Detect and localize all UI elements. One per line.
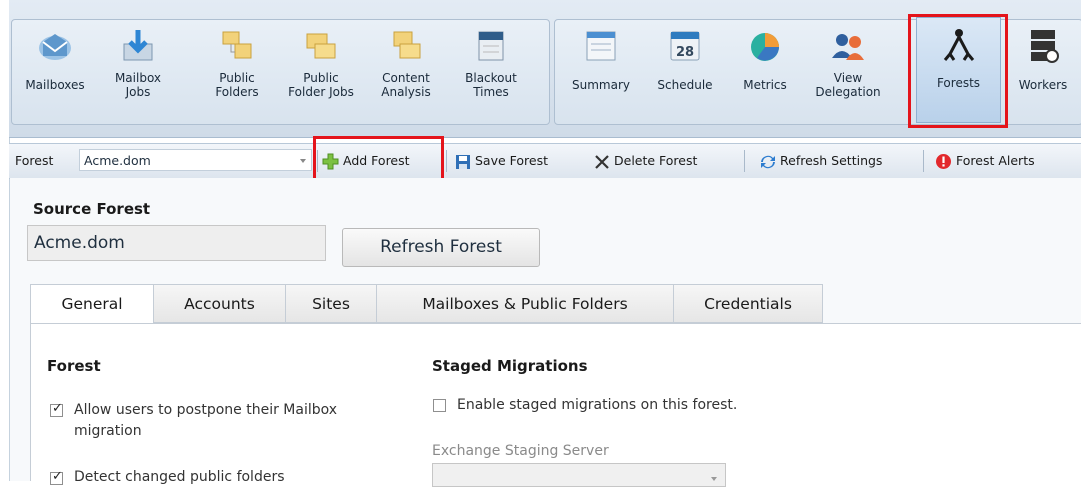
pie-chart-icon <box>751 33 779 61</box>
svg-text:28: 28 <box>676 45 694 60</box>
ribbon-workers-button[interactable]: Workers <box>1009 20 1077 122</box>
detect-changed-checkbox[interactable] <box>50 469 63 485</box>
forest-tree-icon <box>943 29 974 61</box>
forest-alerts-button[interactable]: Forest Alerts <box>935 144 1035 178</box>
forest-alerts-label: Forest Alerts <box>956 153 1035 168</box>
ribbon-workers-label: Workers <box>1018 78 1068 92</box>
workers-server-icon <box>1031 30 1059 63</box>
source-forest-heading: Source Forest <box>33 200 151 218</box>
ribbon-schedule-label: Schedule <box>657 78 713 92</box>
refresh-forest-button[interactable]: Refresh Forest <box>342 228 540 267</box>
ribbon-public-folder-jobs-label: Public Folder Jobs <box>288 71 354 99</box>
add-plus-icon <box>322 153 339 170</box>
detect-changed-label: Detect changed public folders <box>74 469 285 485</box>
staging-server-select[interactable] <box>432 463 726 487</box>
toolbar-separator <box>744 150 745 172</box>
refresh-icon <box>761 155 775 168</box>
ribbon-public-folders-label: Public Folders <box>215 71 259 99</box>
forest-section-heading: Forest <box>47 357 101 375</box>
forest-toolbar: Forest Acme.dom Add Forest Save Forest D… <box>9 143 1081 179</box>
add-forest-button[interactable]: Add Forest <box>322 144 410 178</box>
ribbon-summary-button[interactable]: Summary <box>561 20 641 122</box>
summary-icon <box>586 31 616 61</box>
refresh-settings-label: Refresh Settings <box>780 153 883 168</box>
allow-postpone-label: Allow users to postpone their Mailbox mi… <box>74 402 338 439</box>
users-icon <box>832 34 864 60</box>
forest-combo-label: Forest <box>15 153 54 168</box>
delete-x-icon <box>595 154 609 169</box>
chevron-down-icon <box>711 477 717 481</box>
allow-postpone-checkbox[interactable] <box>50 401 63 417</box>
save-forest-label: Save Forest <box>475 153 549 168</box>
staged-migrations-heading: Staged Migrations <box>432 357 588 375</box>
tab-credentials[interactable]: Credentials <box>673 284 823 323</box>
ribbon-metrics-label: Metrics <box>743 78 787 92</box>
ribbon-public-folder-jobs-button[interactable]: Public Folder Jobs <box>281 20 361 122</box>
ribbon-blackout-times-label: Blackout Times <box>465 71 517 99</box>
ribbon-content-analysis-label: Content Analysis <box>381 71 431 99</box>
delete-forest-button[interactable]: Delete Forest <box>594 144 697 178</box>
content-analysis-icon <box>393 31 421 59</box>
mailbox-jobs-icon <box>123 30 153 61</box>
ribbon-mailbox-jobs-label: Mailbox Jobs <box>114 71 162 99</box>
ribbon-forests-button[interactable]: Forests <box>916 17 1001 123</box>
chevron-down-icon <box>300 159 306 163</box>
toolbar-separator <box>923 150 924 172</box>
save-forest-button[interactable]: Save Forest <box>455 144 548 178</box>
public-folder-jobs-icon <box>306 33 336 59</box>
ribbon-forests-label: Forests <box>936 76 981 90</box>
ribbon-view-delegation-label: View Delegation <box>815 71 881 99</box>
alert-icon <box>936 154 951 169</box>
tab-general[interactable]: General <box>30 284 154 324</box>
tab-sites[interactable]: Sites <box>285 284 377 323</box>
ribbon-mailbox-jobs-button[interactable]: Mailbox Jobs <box>103 20 173 122</box>
ribbon-summary-label: Summary <box>572 78 630 92</box>
ribbon-content-analysis-button[interactable]: Content Analysis <box>373 20 439 122</box>
ribbon-mailboxes-button[interactable]: Mailboxes <box>19 20 91 122</box>
tab-mailboxes-public-folders[interactable]: Mailboxes & Public Folders <box>376 284 674 323</box>
mailbox-envelope-icon <box>39 34 71 60</box>
tab-accounts[interactable]: Accounts <box>153 284 286 323</box>
enable-staged-label: Enable staged migrations on this forest. <box>457 397 738 413</box>
ribbon-view-delegation-button[interactable]: View Delegation <box>809 20 887 122</box>
toolbar-separator <box>317 150 318 172</box>
refresh-settings-button[interactable]: Refresh Settings <box>760 144 882 178</box>
ribbon-blackout-times-button[interactable]: Blackout Times <box>457 20 525 122</box>
forest-select[interactable]: Acme.dom <box>79 149 312 171</box>
enable-staged-checkbox[interactable] <box>433 399 446 412</box>
public-folders-icon <box>222 31 252 59</box>
ribbon-schedule-button[interactable]: 28 Schedule <box>651 20 719 122</box>
ribbon-bar: Mailboxes Mailbox Jobs Public Folders Pu… <box>9 0 1081 138</box>
ribbon-mailboxes-label: Mailboxes <box>25 78 85 92</box>
blackout-calendar-icon <box>478 31 504 61</box>
toolbar-separator <box>446 150 447 172</box>
add-forest-label: Add Forest <box>343 153 410 168</box>
calendar-icon: 28 <box>670 31 700 61</box>
staging-server-label: Exchange Staging Server <box>432 443 609 459</box>
save-disk-icon <box>456 154 470 169</box>
source-forest-field: Acme.dom <box>27 225 326 261</box>
delete-forest-label: Delete Forest <box>614 153 698 168</box>
ribbon-public-folders-button[interactable]: Public Folders <box>207 20 267 122</box>
ribbon-metrics-button[interactable]: Metrics <box>731 20 799 122</box>
forest-select-value: Acme.dom <box>84 153 151 168</box>
